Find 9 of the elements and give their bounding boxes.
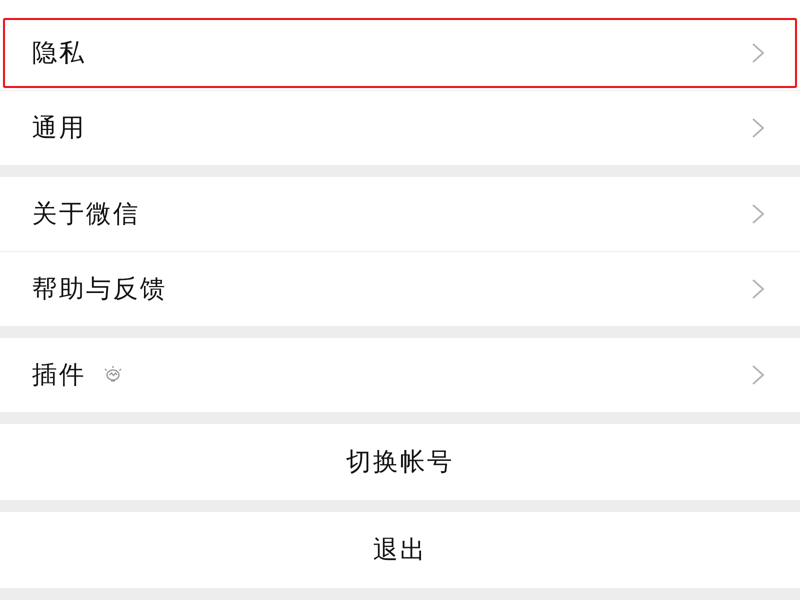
settings-item[interactable]: 关于微信 <box>3 179 797 249</box>
chevron-right-icon <box>751 278 765 300</box>
chevron-right-icon <box>751 203 765 225</box>
chevron-right-icon <box>751 364 765 386</box>
chevron-right-icon <box>751 42 765 64</box>
settings-item[interactable]: 隐私 <box>3 18 797 88</box>
settings-item[interactable]: 帮助与反馈 <box>3 254 797 324</box>
chevron-right-icon <box>751 117 765 139</box>
settings-item[interactable]: 通用 <box>3 93 797 163</box>
